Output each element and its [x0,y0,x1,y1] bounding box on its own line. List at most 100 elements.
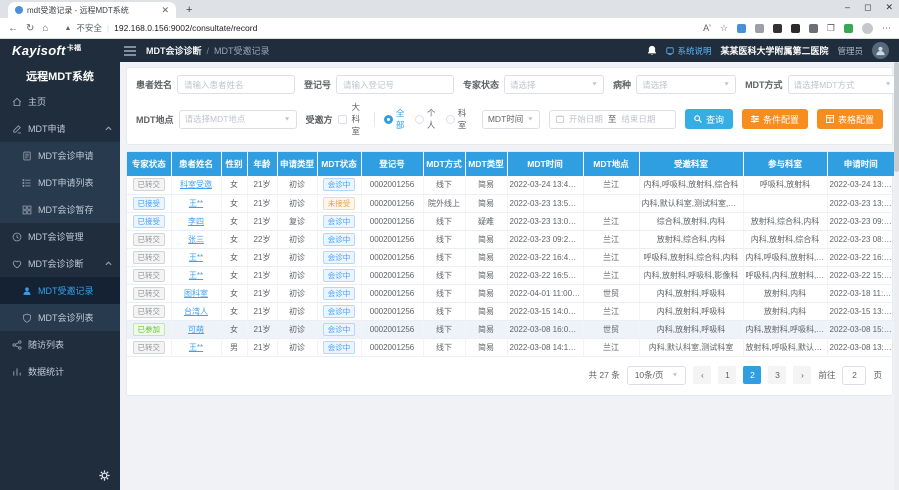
table-row[interactable]: 已接受李四女21岁复诊会诊中0002001256线下疑难2022-03-23 1… [127,212,894,230]
sidebar-item-mdt-consult-diagnose[interactable]: MDT会诊诊断 [0,250,120,277]
search-button[interactable]: 查询 [685,109,733,129]
big-dept-checkbox[interactable] [338,115,347,124]
time-type-select[interactable]: MDT时间▼ [482,110,540,129]
more-menu-icon[interactable]: ⋯ [882,23,891,34]
table-row[interactable]: 已转交科室受邀女21岁初诊会诊中0002001256线下简易2022-03-24… [127,176,894,194]
cell-expert_status: 已转交 [127,284,171,302]
sidebar-item-followup-list[interactable]: 随访列表 [0,331,120,358]
table-config-button[interactable]: 表格配置 [817,109,883,129]
table-row[interactable]: 已参加可萌女21岁初诊会诊中0002001256线下简易2022-03-08 1… [127,320,894,338]
system-doc-link[interactable]: 系统说明 [666,45,711,57]
patient-name-link[interactable]: 王** [189,199,203,208]
address-bar[interactable]: ▲ 不安全 | 192.168.0.156:9002/consultate/re… [56,21,695,35]
chevron-down-icon: ▼ [284,116,291,122]
close-window-button[interactable]: ✕ [885,2,893,13]
prev-page-button[interactable]: ‹ [693,366,711,384]
extension-icon[interactable] [737,24,746,33]
split-screen-icon[interactable]: ❐ [827,23,835,34]
extension-icon[interactable] [791,24,800,33]
sidebar-item-mdt-apply[interactable]: MDT申请 [0,115,120,142]
patient-name-link[interactable]: 张三 [188,235,204,244]
table-row[interactable]: 已转交王**男21岁初诊会诊中0002001256线下简易2022-03-08 … [127,338,894,356]
table-row[interactable]: 已转交王**女21岁初诊会诊中0002001256线下简易2022-03-22 … [127,266,894,284]
big-dept-checkbox-label[interactable]: 大科室 [352,101,365,137]
sidebar-item-home[interactable]: 主页 [0,88,120,115]
user-avatar[interactable] [872,42,889,59]
table-row[interactable]: 已转交台湾人女21岁初诊会诊中0002001256线下简易2022-03-15 … [127,302,894,320]
patient-name-link[interactable]: 王** [189,271,203,280]
browser-profile-avatar[interactable] [862,23,873,34]
patient-name-link[interactable]: 王** [189,343,203,352]
breadcrumb-parent[interactable]: MDT会诊诊断 [146,44,202,57]
extension-icon[interactable] [773,24,782,33]
back-icon[interactable]: ← [8,23,18,34]
patient-name-link[interactable]: 可萌 [188,325,204,334]
sidebar-item-mdt-consult-apply[interactable]: MDT会诊申请 [0,142,120,169]
read-aloud-icon[interactable]: Aʹ [703,23,711,33]
patient-name-link[interactable]: 图科室 [184,289,208,298]
patient-name-link[interactable]: 王** [189,253,203,262]
cell-expert_status: 已转交 [127,230,171,248]
cell-participating: 内科,呼吸科,放射科,综合科 [743,248,827,266]
expert-status-select[interactable]: 请选择▼ [504,75,604,94]
table-row[interactable]: 已接受王**女21岁初诊未接受0002001256院外线上简易2022-03-2… [127,194,894,212]
mdt-place-select[interactable]: 请选择MDT地点▼ [179,110,297,129]
table-row[interactable]: 已转交图科室女21岁初诊会诊中0002001256线下简易2022-04-01 … [127,284,894,302]
tab-close-icon[interactable]: ✕ [161,6,169,15]
sidebar-item-mdt-apply-list[interactable]: MDT申请列表 [0,169,120,196]
patient-name-link[interactable]: 科室受邀 [180,180,212,189]
home-icon[interactable]: ⌂ [42,23,48,34]
page-scrollbar[interactable] [894,62,899,490]
invitee-radio-个人[interactable]: 个人 [415,107,438,131]
cell-age: 21岁 [247,338,277,356]
scrollbar-thumb[interactable] [894,62,899,172]
sidebar-item-mdt-invited-records[interactable]: MDT受邀记录 [0,277,120,304]
page-button-1[interactable]: 1 [718,366,736,384]
column-header-age: 年龄 [247,152,277,176]
mdt-place-label: MDT地点 [136,113,174,126]
chevron-down-icon: ▼ [672,372,679,378]
total-count: 共 27 条 [589,369,620,381]
reload-icon[interactable]: ↻ [26,23,34,34]
cell-mdt_type: 简易 [465,302,507,320]
cell-mode: 线下 [423,320,465,338]
goto-page-input[interactable] [842,366,866,385]
mdt-mode-select[interactable]: 请选择MDT方式▼ [788,75,898,94]
chevron-down-icon: ▼ [885,82,892,88]
sidebar-item-mdt-consult-draft[interactable]: MDT会诊暂存 [0,196,120,223]
extension-icon[interactable] [755,24,764,33]
cell-sex: 女 [221,266,247,284]
bell-icon[interactable] [647,45,657,56]
sidebar-item-mdt-consult-manage[interactable]: MDT会诊管理 [0,223,120,250]
next-page-button[interactable]: › [793,366,811,384]
gear-icon[interactable] [99,470,110,481]
disease-select[interactable]: 请选择▼ [636,75,736,94]
sidebar-item-statistics[interactable]: 数据统计 [0,358,120,385]
browser-tab[interactable]: mdt受邀记录 - 远程MDT系统 ✕ [8,2,176,18]
patient-name-link[interactable]: 台湾人 [184,307,208,316]
table-row[interactable]: 已转交王**女21岁初诊会诊中0002001256线下简易2022-03-22 … [127,248,894,266]
page-button-2[interactable]: 2 [743,366,761,384]
extension-icon[interactable] [809,24,818,33]
reg-no-input[interactable] [336,75,454,94]
invitee-radio-科室[interactable]: 科室 [446,107,469,131]
page-size-select[interactable]: 10条/页▼ [627,366,687,385]
patient-name-link[interactable]: 李四 [188,217,204,226]
main-content: 患者姓名 登记号 专家状态 请选择▼ 病种 [120,62,899,490]
invitee-radio-全部[interactable]: 全部 [384,107,407,131]
patient-name-input[interactable] [177,75,295,94]
cell-invited: 内科,默认科室,测试科室 [639,338,743,356]
maximize-button[interactable]: ◻ [864,2,871,13]
condition-config-button[interactable]: 条件配置 [742,109,808,129]
cell-name: 王** [171,338,221,356]
new-tab-button[interactable]: + [186,4,192,18]
collapse-menu-icon[interactable] [124,46,136,56]
favorite-icon[interactable]: ☆ [720,23,728,34]
page-button-3[interactable]: 3 [768,366,786,384]
extension-icon[interactable] [844,24,853,33]
minimize-button[interactable]: – [845,2,850,13]
table-row[interactable]: 已转交张三女22岁初诊会诊中0002001256线下简易2022-03-23 0… [127,230,894,248]
sidebar-item-mdt-consult-list[interactable]: MDT会诊列表 [0,304,120,331]
cell-reg_no: 0002001256 [361,212,423,230]
date-range-picker[interactable]: 开始日期 至 结束日期 [549,110,676,129]
